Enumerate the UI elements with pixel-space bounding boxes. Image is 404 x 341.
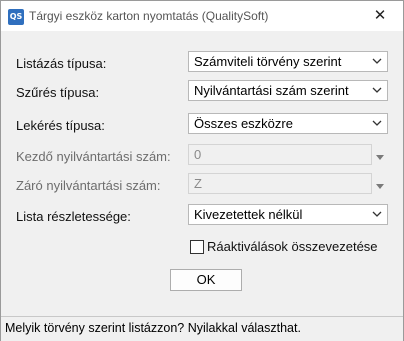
chevron-down-icon bbox=[372, 87, 382, 93]
kezdo-nyilvantartasi-szam-input[interactable]: 0 bbox=[188, 144, 372, 165]
kezdo-nyilvantartasi-szam-label: Kezdő nyilvántartási szám: bbox=[16, 149, 171, 164]
status-text: Melyik törvény szerint listázzon? Nyilak… bbox=[5, 321, 301, 335]
ok-button[interactable]: OK bbox=[170, 269, 242, 291]
status-bar: Melyik törvény szerint listázzon? Nyilak… bbox=[1, 316, 403, 341]
szures-tipusa-label: Szűrés típusa: bbox=[16, 85, 100, 100]
raaktivalasok-checkbox[interactable] bbox=[190, 240, 204, 254]
lista-reszletessege-value: Kivezetettek nélkül bbox=[194, 207, 303, 222]
listazas-tipusa-value: Számviteli törvény szerint bbox=[194, 54, 342, 69]
app-logo-icon: QS bbox=[8, 9, 24, 25]
lista-reszletessege-label: Lista részletessége: bbox=[16, 209, 131, 224]
zaro-nyilvantartasi-szam-label: Záró nyilvántartási szám: bbox=[16, 178, 161, 193]
raaktivalasok-checkbox-label[interactable]: Ráaktiválások összevezetése bbox=[207, 239, 378, 254]
chevron-down-icon[interactable] bbox=[374, 180, 386, 192]
lekeres-tipusa-select[interactable]: Összes eszközre bbox=[188, 113, 388, 134]
szures-tipusa-value: Nyilvántartási szám szerint bbox=[194, 83, 349, 98]
dialog-window: QS Tárgyi eszköz karton nyomtatás (Quali… bbox=[0, 0, 404, 341]
chevron-down-icon bbox=[372, 120, 382, 126]
window-title: Tárgyi eszköz karton nyomtatás (QualityS… bbox=[29, 9, 269, 23]
szures-tipusa-select[interactable]: Nyilvántartási szám szerint bbox=[188, 80, 388, 101]
chevron-down-icon[interactable] bbox=[374, 151, 386, 163]
chevron-down-icon bbox=[372, 211, 382, 217]
title-bar[interactable]: QS Tárgyi eszköz karton nyomtatás (Quali… bbox=[1, 1, 403, 31]
lekeres-tipusa-value: Összes eszközre bbox=[194, 116, 293, 131]
chevron-down-icon bbox=[372, 58, 382, 64]
dialog-body: Listázás típusa: Számviteli törvény szer… bbox=[4, 32, 400, 315]
kezdo-nyilvantartasi-szam-value: 0 bbox=[194, 147, 202, 162]
listazas-tipusa-label: Listázás típusa: bbox=[16, 56, 107, 71]
zaro-nyilvantartasi-szam-value: Z bbox=[194, 176, 202, 191]
zaro-nyilvantartasi-szam-input[interactable]: Z bbox=[188, 173, 372, 194]
lekeres-tipusa-label: Lekérés típusa: bbox=[16, 118, 105, 133]
close-button[interactable]: ✕ bbox=[357, 1, 403, 31]
lista-reszletessege-select[interactable]: Kivezetettek nélkül bbox=[188, 204, 388, 225]
listazas-tipusa-select[interactable]: Számviteli törvény szerint bbox=[188, 51, 388, 72]
